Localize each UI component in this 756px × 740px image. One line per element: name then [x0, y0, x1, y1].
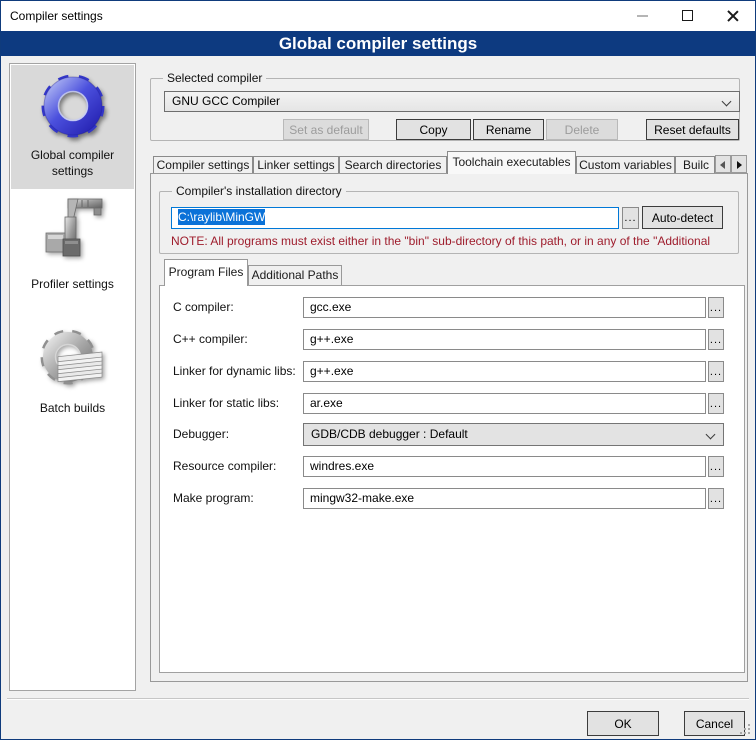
- bin-directory-note: NOTE: All programs must exist either in …: [171, 234, 739, 248]
- chevron-down-icon: [706, 430, 716, 440]
- linker-dynamic-input[interactable]: g++.exe: [303, 361, 706, 382]
- tab-toolchain-executables[interactable]: Toolchain executables: [447, 151, 576, 174]
- resource-compiler-input[interactable]: windres.exe: [303, 456, 706, 477]
- tab-scroll-right-button[interactable]: [731, 155, 747, 173]
- delete-button[interactable]: Delete: [546, 119, 618, 140]
- subtab-additional-paths[interactable]: Additional Paths: [248, 265, 342, 285]
- make-program-input[interactable]: mingw32-make.exe: [303, 488, 706, 509]
- selected-text: C:\raylib\MinGW: [178, 209, 265, 225]
- cpp-compiler-browse-button[interactable]: ...: [708, 329, 724, 350]
- tab-linker-settings[interactable]: Linker settings: [253, 156, 339, 173]
- make-program-browse-button[interactable]: ...: [708, 488, 724, 509]
- sidebar-item-label: Batch builds: [11, 400, 134, 416]
- gear-stack-icon: [36, 325, 110, 397]
- copy-button[interactable]: Copy: [396, 119, 471, 140]
- c-compiler-browse-button[interactable]: ...: [708, 297, 724, 318]
- scroll-right-icon: [737, 161, 742, 169]
- tab-custom-variables[interactable]: Custom variables: [576, 156, 675, 173]
- minimize-button[interactable]: [620, 1, 665, 30]
- scroll-left-icon: [720, 161, 725, 169]
- set-as-default-button[interactable]: Set as default: [283, 119, 369, 140]
- sidebar-item-label: Profiler settings: [11, 276, 134, 292]
- sidebar-item-global-compiler-settings[interactable]: Global compiler settings: [11, 65, 134, 189]
- close-icon: [726, 9, 740, 23]
- gear-blue-icon: [36, 70, 110, 144]
- tab-search-directories[interactable]: Search directories: [339, 156, 447, 173]
- field-label-debugger: Debugger:: [173, 427, 229, 441]
- maximize-button[interactable]: [665, 1, 710, 30]
- c-compiler-input[interactable]: gcc.exe: [303, 297, 706, 318]
- settings-sidebar: Global compiler settings: [9, 63, 136, 691]
- minimize-icon: [637, 15, 648, 17]
- install-dir-input[interactable]: C:\raylib\MinGW: [171, 207, 619, 229]
- rename-button[interactable]: Rename: [473, 119, 544, 140]
- linker-dynamic-browse-button[interactable]: ...: [708, 361, 724, 382]
- sidebar-item-batch-builds[interactable]: Batch builds: [11, 319, 134, 429]
- chevron-down-icon: [722, 97, 732, 107]
- close-button[interactable]: [710, 1, 755, 30]
- tab-scroll-left-button[interactable]: [715, 155, 731, 173]
- footer-divider: [7, 698, 749, 700]
- subtab-program-files[interactable]: Program Files: [164, 259, 248, 286]
- reset-defaults-button[interactable]: Reset defaults: [646, 119, 739, 140]
- title-bar: Compiler settings: [1, 1, 755, 31]
- group-label: Selected compiler: [163, 71, 266, 85]
- page-title: Global compiler settings: [1, 31, 755, 56]
- cancel-button[interactable]: Cancel: [684, 711, 745, 736]
- debugger-select[interactable]: GDB/CDB debugger : Default: [303, 423, 724, 446]
- compiler-select-value: GNU GCC Compiler: [172, 94, 280, 108]
- window-title: Compiler settings: [10, 9, 103, 23]
- caliper-icon: [38, 195, 108, 273]
- resource-compiler-browse-button[interactable]: ...: [708, 456, 724, 477]
- sidebar-item-label: Global compiler settings: [11, 147, 134, 179]
- tab-compiler-settings[interactable]: Compiler settings: [153, 156, 253, 173]
- install-dir-browse-button[interactable]: ...: [622, 207, 639, 229]
- linker-static-browse-button[interactable]: ...: [708, 393, 724, 414]
- field-label-c-compiler: C compiler:: [173, 300, 234, 314]
- resize-grip[interactable]: [748, 732, 750, 734]
- sidebar-item-profiler-settings[interactable]: Profiler settings: [11, 192, 134, 297]
- compiler-select[interactable]: GNU GCC Compiler: [164, 91, 740, 112]
- maximize-icon: [682, 10, 693, 21]
- group-label: Compiler's installation directory: [172, 184, 346, 198]
- field-label-linker-dynamic: Linker for dynamic libs:: [173, 364, 296, 378]
- ok-button[interactable]: OK: [587, 711, 659, 736]
- debugger-select-value: GDB/CDB debugger : Default: [311, 427, 468, 441]
- field-label-make-program: Make program:: [173, 491, 254, 505]
- compiler-settings-dialog: Compiler settings Global compiler settin…: [0, 0, 756, 740]
- linker-static-input[interactable]: ar.exe: [303, 393, 706, 414]
- field-label-resource-compiler: Resource compiler:: [173, 459, 276, 473]
- field-label-cpp-compiler: C++ compiler:: [173, 332, 248, 346]
- field-label-linker-static: Linker for static libs:: [173, 396, 279, 410]
- cpp-compiler-input[interactable]: g++.exe: [303, 329, 706, 350]
- tab-build-truncated[interactable]: Builc: [675, 156, 715, 173]
